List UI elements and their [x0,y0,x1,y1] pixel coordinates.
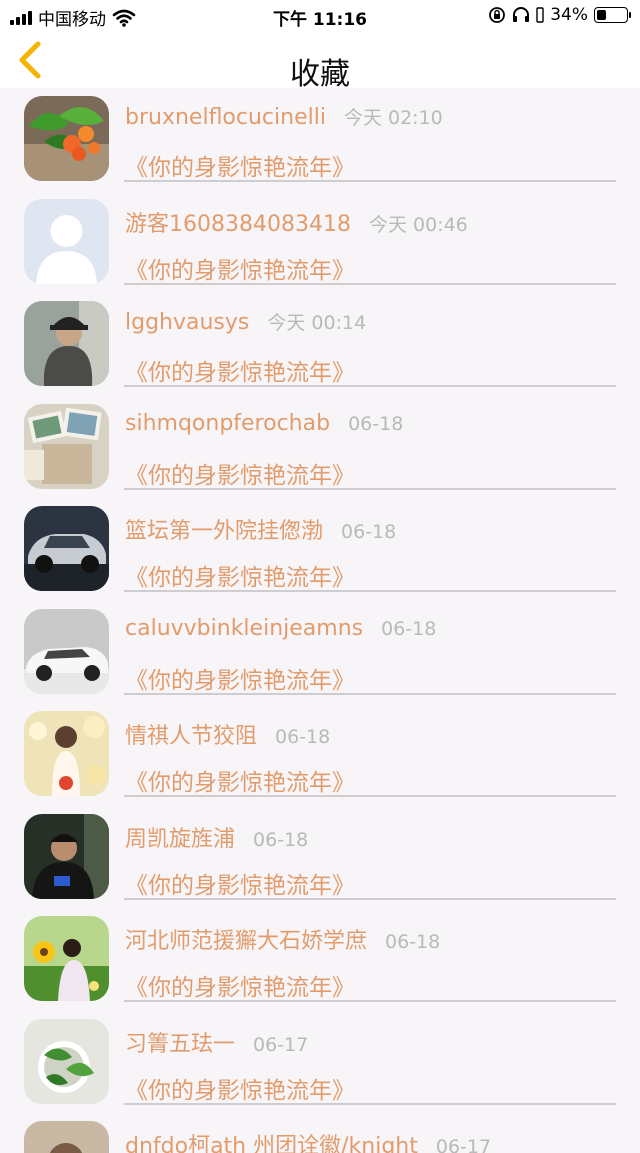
list-item[interactable]: caluvvbinkleinjeamns 06-18 《你的身影惊艳流年》 [0,601,640,704]
battery-fill [597,10,607,20]
book-title[interactable]: 《你的身影惊艳流年》 [125,251,355,285]
timestamp: 06-18 [381,617,437,640]
page-title: 收藏 [290,57,350,92]
avatar[interactable] [24,711,109,796]
list-item[interactable]: 游客1608384083418 今天 00:46 《你的身影惊艳流年》 [0,191,640,294]
divider [124,1000,616,1002]
list-item[interactable]: sihmqonpferochab 06-18 《你的身影惊艳流年》 [0,396,640,499]
book-title[interactable]: 《你的身影惊艳流年》 [125,1071,355,1105]
book-title[interactable]: 《你的身影惊艳流年》 [125,866,355,900]
user-name: 习箐五珐一 06-17 [125,1031,309,1057]
list-item[interactable]: lgghvausys 今天 00:14 《你的身影惊艳流年》 [0,293,640,396]
list-item[interactable]: bruxnelflocucinelli 今天 02:10 《你的身影惊艳流年》 [0,88,640,191]
charging-icon [536,7,544,23]
user-name: 游客1608384083418 今天 00:46 [125,211,468,237]
avatar[interactable] [24,813,109,899]
timestamp: 06-17 [435,1136,492,1153]
divider [124,897,616,900]
timestamp: 06-17 [253,1033,309,1056]
user-name: 篮坛第一外院挂偬渤 06-18 [125,519,397,544]
divider [124,692,616,695]
status-bar: 中国移动 下午 11:16 34% [0,0,640,32]
divider [124,487,616,490]
timestamp: 06-18 [348,412,404,435]
avatar[interactable] [24,198,109,284]
user-name: sihmqonpferochab 06-18 [125,410,404,436]
avatar[interactable] [24,96,109,181]
timestamp: 今天 00:14 [267,312,367,334]
book-title[interactable]: 《你的身影惊艳流年》 [125,968,355,1002]
user-name: caluvvbinkleinjeamns 06-18 [125,615,437,641]
list-item[interactable]: 习箐五珐一 06-17 《你的身影惊艳流年》 [0,1011,640,1114]
list-item[interactable]: 周凯旋旌浦 06-18 《你的身影惊艳流年》 [0,806,640,909]
headphones-icon [513,7,530,22]
list-item[interactable]: 河北师范援獬大石娇学庶 06-18 《你的身影惊艳流年》 [0,908,640,1011]
timestamp: 今天 02:10 [343,107,443,129]
timestamp: 今天 00:46 [368,213,468,236]
list-item[interactable]: dnfdo柯ath 州团诠徽/knight 06-17 [0,1113,640,1153]
battery-percent: 34% [550,5,588,25]
avatar[interactable] [24,403,109,489]
user-name: 河北师范援獬大石娇学庶 06-18 [125,929,441,954]
list-item[interactable]: 篮坛第一外院挂偬渤 06-18 《你的身影惊艳流年》 [0,498,640,601]
book-title[interactable]: 《你的身影惊艳流年》 [125,456,355,490]
timestamp: 06-18 [385,931,441,953]
avatar[interactable] [24,301,109,386]
timestamp: 06-18 [275,726,331,748]
nav-bar: 收藏 [0,32,640,92]
list-item[interactable]: 情祺人节狡阻 06-18 《你的身影惊艳流年》 [0,703,640,806]
divider [124,795,616,797]
avatar[interactable] [24,506,109,591]
user-name: lgghvausys 今天 00:14 [125,310,367,335]
avatar[interactable] [24,916,109,1001]
book-title[interactable]: 《你的身影惊艳流年》 [125,661,355,695]
user-name: bruxnelflocucinelli 今天 02:10 [125,105,443,130]
favorites-list: bruxnelflocucinelli 今天 02:10 《你的身影惊艳流年》 游… [0,88,640,1153]
user-name: dnfdo柯ath 州团诠徽/knight 06-17 [125,1128,491,1153]
timestamp: 06-18 [253,828,309,851]
avatar[interactable] [24,1018,109,1104]
divider [124,282,616,285]
user-name: 周凯旋旌浦 06-18 [125,826,309,852]
divider [124,1102,616,1105]
divider [124,590,616,592]
battery-icon [594,7,631,23]
book-title[interactable]: 《你的身影惊艳流年》 [125,763,355,797]
book-title[interactable]: 《你的身影惊艳流年》 [125,558,355,592]
status-right: 34% [488,5,631,25]
rotation-lock-icon [489,7,506,23]
timestamp: 06-18 [341,521,397,543]
user-name: 情祺人节狡阻 06-18 [125,724,331,749]
divider [124,385,616,387]
divider [124,180,616,182]
avatar[interactable] [24,1121,109,1153]
book-title[interactable]: 《你的身影惊艳流年》 [125,353,355,387]
book-title[interactable]: 《你的身影惊艳流年》 [125,148,355,182]
avatar[interactable] [24,608,109,694]
